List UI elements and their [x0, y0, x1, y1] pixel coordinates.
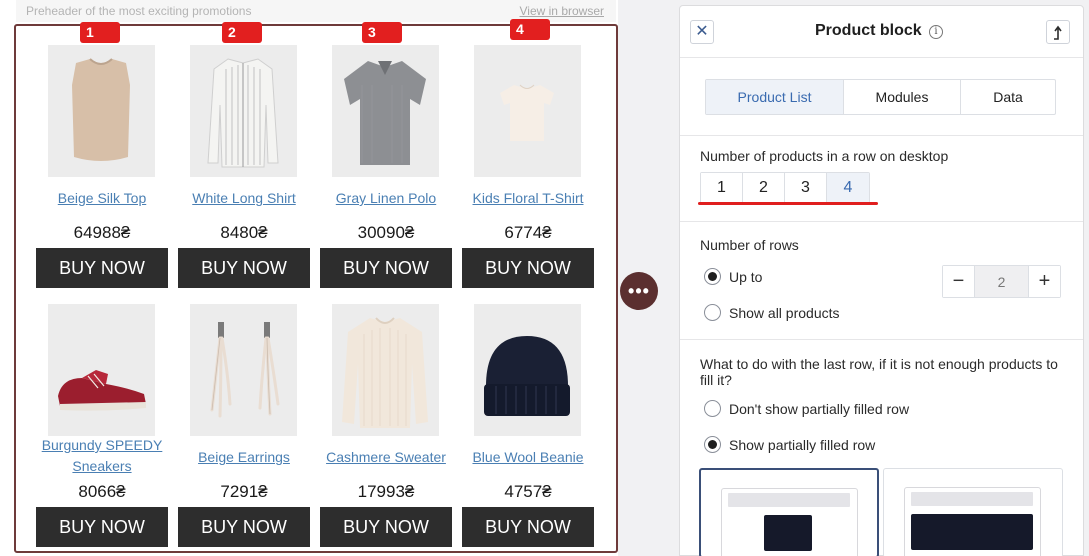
product-card[interactable]: White Long Shirt 8480₴ BUY NOW	[178, 45, 310, 293]
column-badge-3: 3	[362, 22, 402, 43]
last-row-show-label: Show partially filled row	[729, 436, 876, 453]
editor-root: Preheader of the most exciting promotion…	[0, 0, 1089, 556]
product-price: 6774₴	[504, 223, 552, 242]
products-per-row-selector: 1 2 3 4	[700, 172, 870, 204]
product-block[interactable]: Beige Silk Top 64988₴ BUY NOW White Long…	[14, 24, 618, 553]
white-shirt-image[interactable]	[190, 45, 297, 177]
beanie-image[interactable]	[474, 304, 581, 436]
product-name-link[interactable]: Cashmere Sweater	[314, 447, 458, 468]
settings-panel: ✕ Product block i Product List Modules D…	[679, 5, 1084, 556]
last-row-hide-radio[interactable]: Don't show partially filled row	[704, 400, 909, 417]
product-card[interactable]: Blue Wool Beanie 4757₴ BUY NOW	[462, 304, 594, 552]
kids-tshirt-image[interactable]	[474, 45, 581, 177]
panel-tabs: Product List Modules Data	[705, 79, 1056, 115]
layout-preview	[721, 488, 858, 556]
product-name-link[interactable]: Beige Silk Top	[30, 188, 174, 209]
per-row-option-3[interactable]: 3	[785, 173, 827, 203]
divider	[680, 221, 1083, 222]
beige-top-image[interactable]	[48, 45, 155, 177]
column-badge-1: 1	[80, 22, 120, 43]
radio-button[interactable]	[704, 436, 721, 453]
product-price: 17993₴	[357, 482, 415, 501]
buy-now-button[interactable]: BUY NOW	[36, 507, 168, 547]
column-badge-2: 2	[222, 22, 262, 43]
product-price: 4757₴	[504, 482, 552, 501]
rows-label: Number of rows	[700, 237, 799, 253]
last-row-show-radio[interactable]: Show partially filled row	[704, 436, 875, 453]
radio-button[interactable]	[704, 268, 721, 285]
product-name-link[interactable]: Burgundy SPEEDY Sneakers	[30, 435, 174, 477]
radio-button[interactable]	[704, 304, 721, 321]
close-button[interactable]: ✕	[690, 20, 714, 44]
tab-data[interactable]: Data	[961, 80, 1055, 114]
products-per-row-label: Number of products in a row on desktop	[700, 148, 949, 164]
product-name-link[interactable]: Beige Earrings	[172, 447, 316, 468]
collapse-button[interactable]	[1046, 20, 1070, 44]
divider	[680, 339, 1083, 340]
block-more-button[interactable]: •••	[620, 272, 658, 310]
layout-preview-block	[911, 514, 1033, 550]
layout-option-stretched[interactable]	[883, 468, 1063, 556]
info-icon[interactable]: i	[929, 25, 943, 39]
product-card[interactable]: Cashmere Sweater 17993₴ BUY NOW	[320, 304, 452, 552]
rows-stepper: − +	[942, 265, 1061, 298]
decrement-button[interactable]: −	[943, 266, 975, 297]
panel-header: ✕ Product block i	[680, 6, 1083, 58]
ellipsis-icon: •••	[628, 280, 650, 301]
layout-preview-block	[764, 515, 812, 551]
tab-modules[interactable]: Modules	[844, 80, 961, 114]
tab-product-list[interactable]: Product List	[706, 80, 844, 114]
product-price: 30090₴	[357, 223, 415, 242]
rows-count-input[interactable]	[975, 266, 1028, 297]
per-row-option-1[interactable]: 1	[701, 173, 743, 203]
view-in-browser-link[interactable]: View in browser	[520, 4, 604, 18]
buy-now-button[interactable]: BUY NOW	[320, 248, 452, 288]
product-price: 7291₴	[220, 482, 268, 501]
panel-title: Product block	[815, 22, 922, 39]
close-icon: ✕	[695, 23, 709, 40]
email-preview: Preheader of the most exciting promotion…	[0, 0, 618, 556]
gray-polo-image[interactable]	[332, 45, 439, 177]
last-row-label: What to do with the last row, if it is n…	[700, 356, 1058, 388]
product-name-link[interactable]: White Long Shirt	[172, 188, 316, 209]
buy-now-button[interactable]: BUY NOW	[320, 507, 452, 547]
buy-now-button[interactable]: BUY NOW	[462, 507, 594, 547]
increment-button[interactable]: +	[1028, 266, 1060, 297]
layout-option-centered[interactable]	[699, 468, 879, 556]
annotation-underline	[698, 202, 878, 205]
column-badge-4: 4	[510, 19, 550, 40]
radio-button[interactable]	[704, 400, 721, 417]
product-name-link[interactable]: Kids Floral T-Shirt	[456, 188, 600, 209]
rows-show-all-radio[interactable]: Show all products	[704, 304, 840, 321]
product-card[interactable]: Burgundy SPEEDY Sneakers 8066₴ BUY NOW	[36, 304, 168, 552]
preheader-text: Preheader of the most exciting promotion…	[26, 4, 252, 18]
divider	[680, 135, 1083, 136]
product-price: 64988₴	[73, 223, 131, 242]
product-price: 8066₴	[78, 482, 126, 501]
sneakers-image[interactable]	[48, 304, 155, 436]
buy-now-button[interactable]: BUY NOW	[462, 248, 594, 288]
earrings-image[interactable]	[190, 304, 297, 436]
buy-now-button[interactable]: BUY NOW	[178, 507, 310, 547]
buy-now-button[interactable]: BUY NOW	[36, 248, 168, 288]
buy-now-button[interactable]: BUY NOW	[178, 248, 310, 288]
rows-up-to-radio[interactable]: Up to	[704, 268, 762, 285]
layout-preview-bar	[728, 493, 850, 507]
per-row-option-2[interactable]: 2	[743, 173, 785, 203]
rows-up-to-label: Up to	[729, 268, 763, 285]
last-row-hide-label: Don't show partially filled row	[729, 400, 910, 417]
layout-preview-bar	[911, 492, 1033, 506]
product-card[interactable]: Beige Earrings 7291₴ BUY NOW	[178, 304, 310, 552]
sweater-image[interactable]	[332, 304, 439, 436]
layout-preview	[904, 487, 1041, 556]
per-row-option-4[interactable]: 4	[827, 173, 869, 203]
rows-show-all-label: Show all products	[729, 304, 840, 321]
product-name-link[interactable]: Blue Wool Beanie	[456, 447, 600, 468]
product-price: 8480₴	[220, 223, 268, 242]
arrow-up-icon	[1054, 25, 1062, 40]
product-card[interactable]: Gray Linen Polo 30090₴ BUY NOW	[320, 45, 452, 293]
product-card[interactable]: Beige Silk Top 64988₴ BUY NOW	[36, 45, 168, 293]
product-name-link[interactable]: Gray Linen Polo	[314, 188, 458, 209]
product-card[interactable]: Kids Floral T-Shirt 6774₴ BUY NOW	[462, 45, 594, 293]
